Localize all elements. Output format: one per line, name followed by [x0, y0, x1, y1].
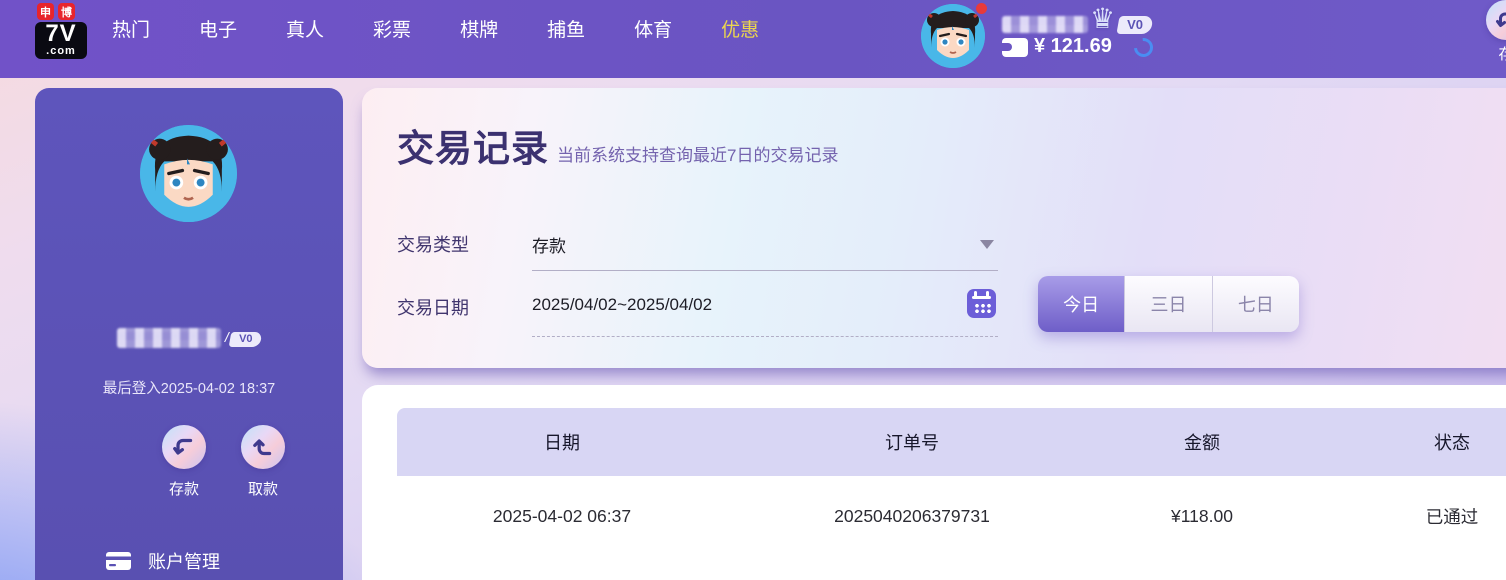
cell-amount: ¥118.00: [1171, 505, 1233, 526]
deposit-arrow-icon: [1496, 12, 1506, 27]
logo-badges: 申 博: [37, 3, 121, 20]
logo-main: 7V .com: [35, 22, 87, 59]
logo-badge-2: 博: [58, 3, 75, 20]
withdraw-arrow-icon: [253, 439, 272, 456]
date-range-input[interactable]: 2025/04/02~2025/04/02: [532, 295, 712, 315]
sidebar: / V0 最后登入2025-04-02 18:37 存款 取款 账户管理: [35, 88, 343, 580]
balance-amount: ¥ 121.69: [1034, 35, 1112, 57]
notification-dot: [976, 3, 987, 14]
date-range-button-group: 今日 三日 七日: [1038, 276, 1299, 332]
title-row: 交易记录 当前系统支持查询最近7日的交易记录: [397, 118, 838, 172]
nav-item-sports[interactable]: 体育: [634, 15, 672, 42]
transaction-table: 日期 订单号 金额 状态 2025-04-02 06:37 2025040206…: [397, 408, 1506, 556]
deposit-label: 存款: [168, 481, 199, 498]
range-today-button[interactable]: 今日: [1038, 276, 1126, 332]
chevron-down-icon[interactable]: [980, 240, 994, 249]
quick-deposit-icon: [1486, 0, 1506, 40]
top-nav: 申 博 7V .com 热门 电子 真人 彩票 棋牌 捕鱼 体育 优惠 ♛ V0…: [0, 0, 1506, 78]
last-login-text: 最后登入2025-04-02 18:37: [102, 381, 276, 397]
username-blurred: [1002, 16, 1088, 33]
deposit-arrow-icon: [173, 438, 193, 455]
refresh-balance-icon[interactable]: [1130, 34, 1157, 61]
cell-date: 2025-04-02 06:37: [492, 505, 632, 526]
wallet-icon: [1002, 38, 1028, 57]
nav-menu: 热门 电子 真人 彩票 棋牌 捕鱼 体育 优惠: [112, 0, 759, 56]
page: 申 博 7V .com 热门 电子 真人 彩票 棋牌 捕鱼 体育 优惠 ♛ V0…: [0, 0, 1506, 580]
brand-logo[interactable]: 申 博 7V .com: [35, 3, 121, 59]
calendar-icon[interactable]: [967, 289, 996, 318]
vip-level-badge: V0: [1116, 16, 1154, 34]
vip-crown-icon: ♛: [1090, 3, 1116, 34]
transaction-table-card: 日期 订单号 金额 状态 2025-04-02 06:37 2025040206…: [362, 385, 1506, 580]
nav-item-cards[interactable]: 棋牌: [460, 15, 498, 42]
avatar-illustration: [140, 125, 237, 222]
sidebar-vip-badge: V0: [228, 332, 263, 348]
range-3day-button[interactable]: 三日: [1125, 276, 1213, 332]
avatar-illustration: [921, 4, 985, 68]
nav-user-cluster: ♛ V0 ¥ 121.69: [921, 0, 1506, 78]
nav-item-hot[interactable]: 热门: [112, 15, 150, 42]
range-7day-button[interactable]: 七日: [1212, 276, 1299, 332]
page-subtitle: 当前系统支持查询最近7日的交易记录: [557, 146, 839, 165]
date-field-underline: [532, 336, 998, 337]
sidebar-deposit-button[interactable]: 存款: [154, 425, 214, 499]
sidebar-withdraw-button[interactable]: 取款: [233, 425, 293, 499]
sidebar-username-blurred: [116, 328, 221, 348]
sidebar-user-row: / V0: [35, 328, 343, 348]
cell-order-number: 2025040206379731: [834, 505, 990, 526]
logo-brand-text: 7V: [45, 20, 77, 47]
nav-item-live[interactable]: 真人: [286, 15, 324, 42]
page-title: 交易记录: [397, 128, 549, 169]
sidebar-item-label: 账户管理: [148, 552, 220, 572]
nav-item-fishing[interactable]: 捕鱼: [547, 15, 585, 42]
col-header-order: 订单号: [885, 433, 939, 453]
type-field-underline: [532, 270, 998, 271]
col-header-amount: 金额: [1184, 433, 1220, 453]
quick-deposit-label: 存: [1498, 46, 1506, 63]
transaction-filter-card: 交易记录 当前系统支持查询最近7日的交易记录 交易类型 存款 交易日期 2025…: [362, 88, 1506, 368]
cell-status: 已通过: [1425, 506, 1479, 527]
nav-item-lottery[interactable]: 彩票: [373, 15, 411, 42]
bank-card-icon: [106, 552, 131, 570]
transaction-date-label: 交易日期: [397, 298, 469, 318]
sidebar-avatar[interactable]: [140, 125, 237, 222]
transaction-type-select[interactable]: 存款: [532, 232, 566, 257]
col-header-status: 状态: [1434, 433, 1470, 453]
deposit-circle-icon: [162, 425, 206, 469]
logo-suffix-text: .com: [46, 45, 76, 57]
withdraw-label: 取款: [247, 481, 278, 498]
vip-slash: /: [224, 329, 229, 346]
table-row[interactable]: 2025-04-02 06:37 2025040206379731 ¥118.0…: [397, 476, 1506, 556]
nav-item-slots[interactable]: 电子: [199, 15, 237, 42]
nav-item-promotions[interactable]: 优惠: [721, 15, 759, 42]
logo-badge-1: 申: [37, 3, 54, 20]
table-header-row: 日期 订单号 金额 状态: [397, 408, 1506, 476]
col-header-date: 日期: [544, 433, 580, 453]
user-avatar[interactable]: [921, 4, 985, 68]
withdraw-circle-icon: [241, 425, 285, 469]
sidebar-item-account[interactable]: 账户管理: [105, 548, 220, 574]
transaction-type-label: 交易类型: [397, 235, 469, 255]
quick-deposit-float[interactable]: 存: [1482, 0, 1506, 64]
